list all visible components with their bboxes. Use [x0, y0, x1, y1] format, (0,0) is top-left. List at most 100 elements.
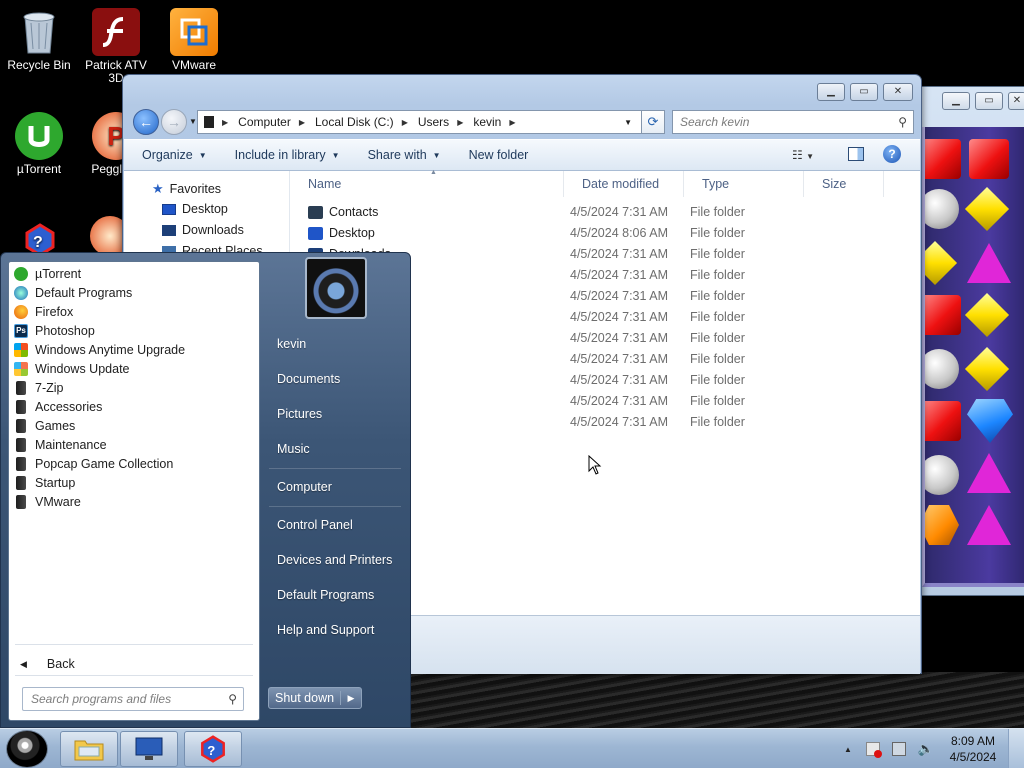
system-tray: ▲ 🔈 — [844, 729, 934, 768]
game-close-button[interactable]: ✕ — [1008, 92, 1024, 110]
show-hidden-icons-button[interactable]: ▲ — [844, 745, 852, 754]
game-maximize-button[interactable]: ▭ — [975, 92, 1003, 110]
gem[interactable] — [967, 243, 1011, 283]
program-item[interactable]: Firefox — [14, 302, 73, 321]
breadcrumb-kevin[interactable]: kevin — [473, 115, 501, 129]
gem[interactable] — [925, 505, 959, 545]
start-button[interactable] — [6, 730, 48, 768]
start-item-music[interactable]: Music — [277, 442, 310, 456]
gem[interactable] — [964, 292, 1010, 338]
address-dropdown-icon[interactable]: ▼ — [624, 118, 632, 127]
desktop-icon-vmware[interactable]: VMware — [156, 8, 232, 72]
address-bar[interactable]: ▶ Computer ▶ Local Disk (C:) ▶ Users ▶ k… — [197, 110, 665, 134]
nav-favorites[interactable]: ★ Favorites — [152, 181, 221, 197]
gem[interactable] — [925, 401, 961, 441]
file-date: 4/5/2024 7:31 AM — [570, 310, 668, 324]
action-center-icon[interactable] — [865, 742, 882, 758]
help-icon[interactable]: ? — [883, 145, 901, 163]
gem[interactable] — [967, 505, 1011, 545]
column-header-size[interactable]: Size — [804, 171, 884, 197]
column-header-date[interactable]: Date modified — [564, 171, 684, 197]
program-item[interactable]: Startup — [14, 473, 75, 492]
breadcrumb-computer[interactable]: Computer — [238, 115, 291, 129]
taskbar-explorer[interactable] — [60, 731, 118, 767]
gem[interactable] — [925, 240, 958, 286]
program-item[interactable]: µTorrent — [14, 264, 81, 283]
back-button[interactable]: ◀ Back — [20, 657, 75, 671]
gem[interactable] — [925, 349, 959, 389]
gem[interactable] — [925, 455, 959, 495]
gem[interactable] — [964, 346, 1010, 392]
nav-item-downloads[interactable]: Downloads — [162, 223, 244, 237]
network-icon[interactable] — [891, 742, 906, 756]
minimize-button[interactable]: ▁ — [817, 83, 845, 101]
start-item-devices-printers[interactable]: Devices and Printers — [277, 553, 392, 567]
program-item[interactable]: Accessories — [14, 397, 102, 416]
gem[interactable] — [967, 453, 1011, 493]
gem[interactable] — [925, 139, 961, 179]
recent-pages-dropdown[interactable]: ▼ — [189, 117, 197, 126]
include-in-library-button[interactable]: Include in library ▼ — [235, 148, 340, 162]
breadcrumb-arrow-icon: ▶ — [222, 117, 229, 127]
file-type: File folder — [690, 268, 745, 282]
volume-muted-icon[interactable]: 🔈 — [918, 741, 934, 757]
game-minimize-button[interactable]: ▁ — [942, 92, 970, 110]
gem[interactable] — [925, 189, 959, 229]
gem[interactable] — [967, 399, 1013, 443]
new-folder-button[interactable]: New folder — [469, 148, 529, 162]
breadcrumb-local-disk[interactable]: Local Disk (C:) — [315, 115, 394, 129]
view-options-button[interactable]: ☷ ▼ — [792, 148, 814, 162]
table-row[interactable]: Contacts 4/5/2024 7:31 AM File folder — [290, 202, 920, 223]
column-header-name[interactable]: Name — [290, 171, 564, 197]
close-button[interactable]: ✕ — [883, 83, 913, 101]
program-item[interactable]: Windows Anytime Upgrade — [14, 340, 185, 359]
search-input[interactable]: Search kevin ⚲ — [672, 110, 914, 134]
user-picture[interactable] — [305, 257, 367, 319]
start-item-documents[interactable]: Documents — [277, 372, 340, 386]
maximize-button[interactable]: ▭ — [850, 83, 878, 101]
start-item-user[interactable]: kevin — [277, 337, 306, 351]
program-item[interactable]: 7-Zip — [14, 378, 63, 397]
start-item-pictures[interactable]: Pictures — [277, 407, 322, 421]
start-item-control-panel[interactable]: Control Panel — [277, 518, 353, 532]
taskbar-game[interactable]: ? — [184, 731, 242, 767]
refresh-button[interactable]: ⟳ — [641, 110, 665, 134]
back-button[interactable]: ← — [133, 109, 159, 135]
program-item[interactable]: Popcap Game Collection — [14, 454, 173, 473]
show-desktop-button[interactable] — [1008, 729, 1024, 768]
desktop-icon-recycle-bin[interactable]: Recycle Bin — [1, 8, 77, 72]
file-type: File folder — [690, 352, 745, 366]
chevron-right-icon[interactable]: ▶ — [341, 693, 361, 704]
breadcrumb-users[interactable]: Users — [418, 115, 449, 129]
divider — [269, 506, 401, 507]
column-header-type[interactable]: Type — [684, 171, 804, 197]
preview-pane-button[interactable] — [848, 147, 864, 161]
shutdown-button[interactable]: Shut down ▶ — [268, 687, 362, 709]
program-item[interactable]: Windows Update — [14, 359, 130, 378]
table-row[interactable]: Desktop 4/5/2024 8:06 AM File folder — [290, 223, 920, 244]
program-item[interactable]: Default Programs — [14, 283, 132, 302]
program-label: 7-Zip — [35, 380, 64, 395]
gem[interactable] — [925, 295, 961, 335]
organize-button[interactable]: Organize ▼ — [142, 148, 207, 162]
program-item[interactable]: Ps Photoshop — [14, 321, 95, 340]
desktop-icon — [162, 203, 176, 215]
program-item[interactable]: Games — [14, 416, 75, 435]
forward-button[interactable]: → — [161, 109, 187, 135]
program-label: Windows Anytime Upgrade — [35, 342, 186, 357]
start-item-computer[interactable]: Computer — [277, 480, 332, 494]
share-with-button[interactable]: Share with ▼ — [368, 148, 441, 162]
desktop-icon-utorrent[interactable]: µTorrent — [1, 112, 77, 176]
clock[interactable]: 8:09 AM 4/5/2024 — [948, 733, 998, 765]
start-search-input[interactable]: Search programs and files ⚲ — [22, 687, 244, 711]
gem[interactable] — [969, 139, 1009, 179]
start-item-help-support[interactable]: Help and Support — [277, 623, 374, 637]
refresh-icon: ⟳ — [647, 114, 659, 129]
start-item-default-programs[interactable]: Default Programs — [277, 588, 374, 602]
taskbar-remote-desktop[interactable] — [120, 731, 178, 767]
program-item[interactable]: VMware — [14, 492, 81, 511]
program-item[interactable]: Maintenance — [14, 435, 107, 454]
nav-item-desktop[interactable]: Desktop — [162, 202, 228, 216]
gem-board[interactable] — [922, 127, 1024, 587]
gem[interactable] — [964, 186, 1010, 232]
